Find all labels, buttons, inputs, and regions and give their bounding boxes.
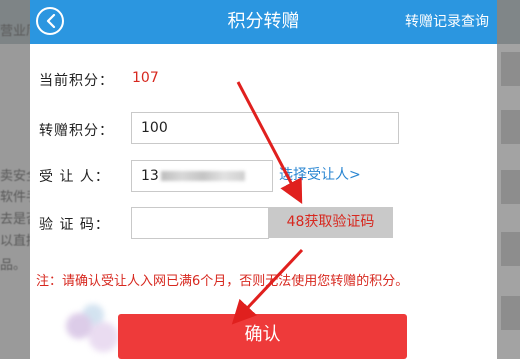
transfer-points-label: 转赠积分： xyxy=(39,123,114,139)
background-text: 软件手 xyxy=(0,190,30,205)
background-app-right xyxy=(497,0,520,359)
background-strip xyxy=(501,110,520,144)
transfer-records-link[interactable]: 转赠记录查询 xyxy=(405,0,489,44)
background-strip xyxy=(501,52,520,86)
current-points-value: 107 xyxy=(132,70,159,86)
select-recipient-link[interactable]: 选择受让人> xyxy=(279,164,361,184)
verification-code-label: 验 证 码： xyxy=(39,217,110,233)
confirm-button[interactable]: 确认 xyxy=(118,314,407,359)
background-app-left: 营业厅 卖安全 软件手 去是否 以直接 品。 xyxy=(0,0,30,359)
get-verification-code-button[interactable]: 48获取验证码 xyxy=(268,207,393,238)
background-text: 营业厅 xyxy=(0,24,30,39)
title-bar: 积分转赠 转赠记录查询 xyxy=(30,0,497,44)
recipient-label: 受 让 人： xyxy=(39,169,110,185)
background-strip xyxy=(501,170,520,204)
notice-text: 注：请确认受让人入网已满6个月，否则无法使用您转赠的积分。 xyxy=(36,274,409,289)
recipient-input[interactable]: 13 xyxy=(131,160,273,192)
background-strip xyxy=(501,296,520,330)
background-text: 品。 xyxy=(0,258,27,273)
background-text: 去是否 xyxy=(0,212,30,227)
verification-code-input[interactable] xyxy=(131,207,269,239)
recipient-value: 13 xyxy=(141,168,159,184)
background-text: 卖安全 xyxy=(0,169,30,184)
current-points-label: 当前积分： xyxy=(39,73,114,89)
transfer-points-value: 100 xyxy=(141,120,168,136)
points-transfer-screen: 积分转赠 转赠记录查询 当前积分： 107 转赠积分： 100 受 让 人： 1… xyxy=(30,0,497,359)
background-strip xyxy=(501,232,520,266)
background-header xyxy=(497,0,520,44)
transfer-points-input[interactable]: 100 xyxy=(131,112,399,144)
redacted-phone-number xyxy=(160,171,245,181)
background-text: 以直接 xyxy=(0,234,30,249)
